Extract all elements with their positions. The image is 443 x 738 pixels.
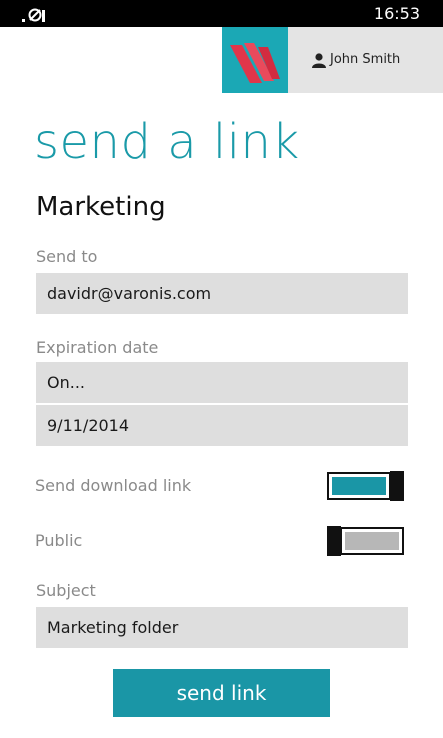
- subject-input[interactable]: Marketing folder: [36, 607, 408, 648]
- public-toggle[interactable]: [327, 526, 404, 556]
- signal-icon: [22, 8, 45, 22]
- send-download-link-toggle[interactable]: [327, 471, 404, 501]
- send-to-label: Send to: [36, 247, 98, 266]
- expiration-date-input[interactable]: 9/11/2014: [36, 405, 408, 446]
- clock: 16:53: [373, 4, 420, 23]
- subject-label: Subject: [36, 581, 96, 600]
- app-logo: [222, 27, 288, 93]
- public-label: Public: [35, 531, 83, 550]
- send-link-button[interactable]: send link: [113, 669, 330, 717]
- varonis-logo-icon: [230, 43, 280, 83]
- user-name: John Smith: [330, 52, 401, 67]
- send-to-input[interactable]: davidr@varonis.com: [36, 273, 408, 314]
- header: John Smith: [0, 27, 443, 94]
- expiration-mode-select[interactable]: On...: [36, 362, 408, 403]
- expiration-date-label: Expiration date: [36, 338, 159, 357]
- user-account[interactable]: John Smith: [288, 27, 443, 93]
- user-icon: [312, 53, 326, 68]
- send-download-link-label: Send download link: [35, 476, 192, 495]
- status-bar: 16:53: [0, 0, 443, 27]
- page-title: send a link: [34, 114, 300, 170]
- folder-name: Marketing: [36, 192, 166, 222]
